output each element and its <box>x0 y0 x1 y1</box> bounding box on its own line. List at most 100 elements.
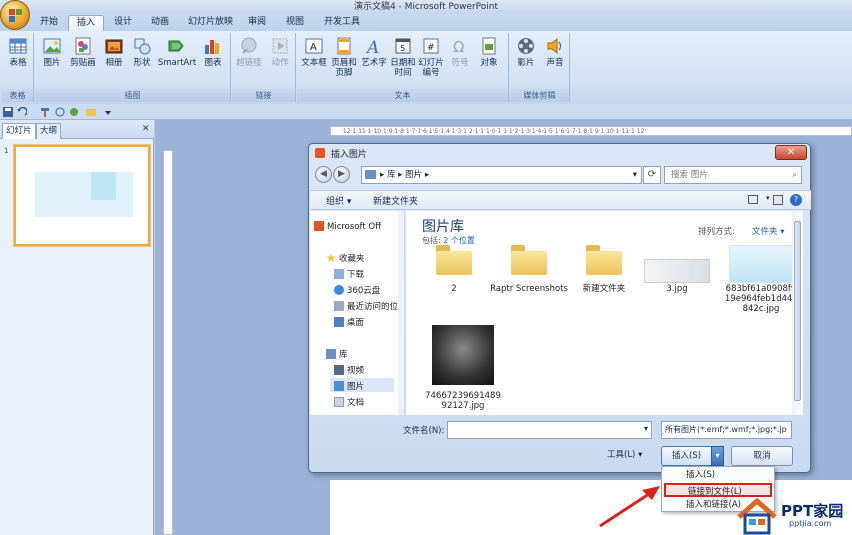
scrollbar-thumb[interactable] <box>794 221 801 401</box>
filename-input[interactable]: ▾ <box>447 421 652 439</box>
dialog-close-button[interactable]: ✕ <box>775 145 807 160</box>
refresh-icon[interactable] <box>55 107 65 117</box>
folder-icon[interactable] <box>586 245 622 275</box>
hyperlink-button[interactable]: 超链接 <box>234 36 264 68</box>
preview-pane-icon[interactable] <box>773 195 783 205</box>
action-button[interactable]: 动作 <box>266 36 294 68</box>
filename-dropdown-icon[interactable]: ▾ <box>644 424 648 433</box>
file-name[interactable]: 3.jpg <box>642 284 712 294</box>
thumbnail-banner <box>91 172 116 200</box>
panel-close-icon[interactable]: ✕ <box>142 124 150 134</box>
wordart-icon: A <box>365 38 379 56</box>
new-folder-button[interactable]: 新建文件夹 <box>373 194 418 207</box>
tab-developer[interactable]: 开发工具 <box>316 15 368 31</box>
tree-item-pictures[interactable]: 图片 <box>330 378 394 392</box>
office-button[interactable] <box>0 0 30 30</box>
tree-item-360-cloud[interactable]: 360云盘 <box>334 284 380 296</box>
menu-item-insert[interactable]: 插入(S) <box>664 468 772 482</box>
download-icon <box>334 269 344 279</box>
photo-album-button[interactable]: 相册 <box>101 36 127 68</box>
wordart-button[interactable]: A 艺术字 <box>359 36 389 68</box>
panel-tabs: 幻灯片 大纲 ✕ <box>0 120 154 139</box>
file-list-scrollbar[interactable] <box>792 211 803 415</box>
help-icon[interactable]: ? <box>790 194 802 206</box>
customize-icon[interactable] <box>103 107 113 117</box>
tree-item-libraries[interactable]: 库 <box>326 348 348 360</box>
symbol-button[interactable]: Ω 符号 <box>447 36 473 68</box>
tree-item-desktop[interactable]: 桌面 <box>334 316 364 328</box>
undo-icon[interactable] <box>17 107 27 117</box>
slides-panel: 幻灯片 大纲 ✕ 1 <box>0 120 154 535</box>
smartart-button[interactable]: SmartArt <box>157 36 197 68</box>
folder-icon[interactable] <box>86 107 96 117</box>
organize-button[interactable]: 组织 ▾ <box>326 194 351 207</box>
format-painter-icon[interactable] <box>40 107 50 117</box>
tab-design[interactable]: 设计 <box>106 15 140 31</box>
folder-icon[interactable] <box>511 245 547 275</box>
tree-scrollbar[interactable] <box>398 211 404 415</box>
tab-review[interactable]: 审阅 <box>240 15 274 31</box>
search-input[interactable]: 搜索 图片 ⌕ <box>664 166 802 184</box>
clipart-button[interactable]: 剪贴画 <box>67 36 99 68</box>
table-icon <box>9 38 27 54</box>
shapes-button[interactable]: 形状 <box>129 36 155 68</box>
image-thumbnail[interactable] <box>432 325 494 385</box>
sort-label: 排列方式: <box>698 227 735 237</box>
breadcrumb-pictures[interactable]: 图片 <box>405 170 422 180</box>
textbox-button[interactable]: A 文本框 <box>299 36 329 68</box>
insert-dropdown-arrow[interactable]: ▾ <box>711 446 724 466</box>
tab-view[interactable]: 视图 <box>278 15 312 31</box>
tab-insert[interactable]: 插入 <box>68 15 105 31</box>
address-dropdown-icon[interactable]: ▾ <box>633 167 637 183</box>
tree-item-documents[interactable]: 文档 <box>334 396 364 408</box>
tree-item-recent[interactable]: 最近访问的位 <box>334 300 398 312</box>
file-name[interactable]: Raptr Screenshots <box>489 284 569 294</box>
tree-item-videos[interactable]: 视频 <box>334 364 364 376</box>
object-icon <box>482 37 496 55</box>
slide-thumbnail[interactable] <box>14 145 150 246</box>
folder-icon[interactable] <box>436 245 472 275</box>
tree-item-office[interactable]: Microsoft Off <box>314 221 381 232</box>
tab-home[interactable]: 开始 <box>32 15 66 31</box>
chart-button[interactable]: 图表 <box>199 36 227 68</box>
tab-outline[interactable]: 大纲 <box>36 123 62 139</box>
tools-button[interactable]: 工具(L) ▾ <box>607 448 642 460</box>
back-button[interactable]: ◀ <box>315 166 332 183</box>
tab-slideshow[interactable]: 幻灯片放映 <box>180 15 241 31</box>
tree-item-downloads[interactable]: 下载 <box>334 268 364 280</box>
movie-button[interactable]: 影片 <box>512 36 540 68</box>
cancel-button[interactable]: 取消 <box>731 446 793 466</box>
sound-button[interactable]: 声音 <box>541 36 569 68</box>
file-list: 图片库 包括: 2 个位置 排列方式: 文件夹 ▾ 2 Raptr Screen… <box>406 211 801 415</box>
refresh-button[interactable]: ⟳ <box>643 166 661 184</box>
image-thumbnail[interactable] <box>644 259 710 283</box>
tab-slides[interactable]: 幻灯片 <box>2 123 36 139</box>
file-name[interactable]: 7466723969148992127.jpg <box>424 391 502 411</box>
address-bar[interactable]: ▸ 库 ▸ 图片 ▸ ▾ <box>361 166 642 184</box>
file-name[interactable]: 新建文件夹 <box>564 284 644 294</box>
view-dropdown-icon[interactable]: ▾ <box>766 194 770 202</box>
header-footer-button[interactable]: 页眉和页脚 <box>330 36 358 78</box>
image-thumbnail[interactable] <box>729 245 793 283</box>
tree-item-favorites[interactable]: 收藏夹 <box>326 252 365 264</box>
breadcrumb-library[interactable]: 库 <box>387 170 396 180</box>
tab-animation[interactable]: 动画 <box>143 15 177 31</box>
dialog-toolbar: 组织 ▾ 新建文件夹 ▾ ? <box>310 190 811 210</box>
date-time-button[interactable]: 5 日期和时间 <box>390 36 416 78</box>
view-icon[interactable] <box>748 195 758 204</box>
picture-button[interactable]: 图片 <box>39 36 65 68</box>
sort-dropdown[interactable]: 文件夹 ▾ <box>752 225 784 237</box>
action-icon <box>272 38 288 54</box>
file-type-filter[interactable]: 所有图片(*.emf;*.wmf;*.jpg;*.jp <box>661 421 792 439</box>
save-icon[interactable] <box>3 107 13 117</box>
filename-label: 文件名(N): <box>403 426 445 436</box>
group-links: 超链接 动作 链接 <box>232 33 296 102</box>
locations-link[interactable]: 2 个位置 <box>443 236 475 245</box>
object-button[interactable]: 对象 <box>475 36 503 68</box>
slide-number-button[interactable]: # 幻灯片编号 <box>417 36 445 78</box>
table-button[interactable]: 表格 <box>4 36 32 68</box>
forward-button[interactable]: ▶ <box>333 166 350 183</box>
file-name[interactable]: 2 <box>414 284 494 294</box>
file-name[interactable]: 683bf61a0908f919e964feb1d44c842c.jpg <box>724 284 798 314</box>
circle-icon[interactable] <box>69 107 79 117</box>
